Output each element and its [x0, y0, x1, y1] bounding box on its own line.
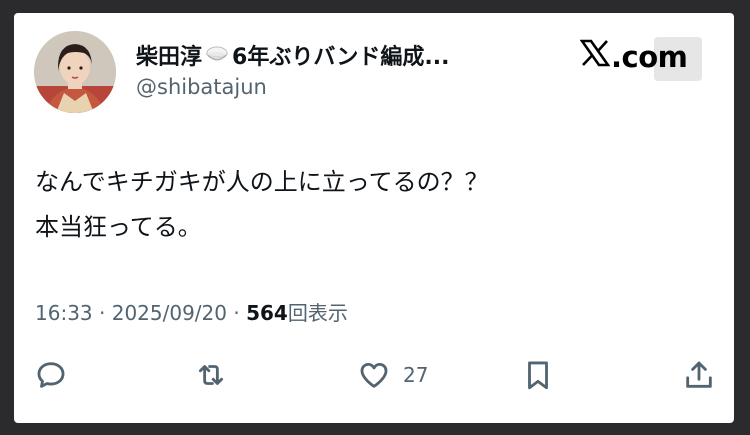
x-logo-icon [579, 39, 611, 75]
retweet-icon [198, 365, 224, 385]
rice-bowl-icon [204, 42, 230, 68]
retweet-button[interactable] [194, 353, 228, 397]
tweet-time[interactable]: 16:33 [35, 301, 93, 325]
share-icon [686, 361, 712, 388]
bookmark-icon [528, 361, 548, 390]
user-handle[interactable]: @shibatajun [136, 75, 267, 99]
views-label: 回表示 [287, 301, 348, 325]
tweet-date[interactable]: 2025/09/20 [112, 301, 227, 325]
like-button[interactable]: 27 [357, 353, 428, 397]
xcom-logo[interactable]: . com [579, 35, 688, 79]
reply-button[interactable] [34, 353, 68, 397]
logo-dot: . [611, 40, 622, 74]
heart-icon [360, 362, 388, 388]
display-name-part2: 6年ぶりバンド編成... [232, 45, 450, 70]
tweet-text: なんでキチガキが人の上に立ってるの？？ 本当狂ってる。 [35, 160, 715, 250]
like-count: 27 [403, 363, 429, 387]
tweet-line-2: 本当狂ってる。 [35, 213, 202, 241]
bookmark-button[interactable] [521, 353, 555, 397]
tweet-card: 柴田淳 6年ぶりバンド編成... @shibatajun . com なんでキチガ… [14, 13, 734, 423]
meta-separator-2: · [233, 301, 240, 325]
avatar-image [34, 31, 116, 113]
meta-separator-1: · [99, 301, 106, 325]
views-count: 564 [246, 301, 288, 325]
tweet-line-1: なんでキチガキが人の上に立ってるの？？ [35, 168, 489, 196]
logo-text: com [621, 40, 688, 74]
avatar[interactable] [34, 31, 116, 113]
action-bar: 27 [14, 353, 734, 397]
display-name-part1: 柴田淳 [136, 45, 203, 70]
display-name[interactable]: 柴田淳 6年ぶりバンド編成... [136, 39, 450, 71]
share-button[interactable] [682, 353, 716, 397]
tweet-meta: 16:33 · 2025/09/20 · 564回表示 [35, 297, 348, 326]
reply-icon [37, 362, 65, 388]
